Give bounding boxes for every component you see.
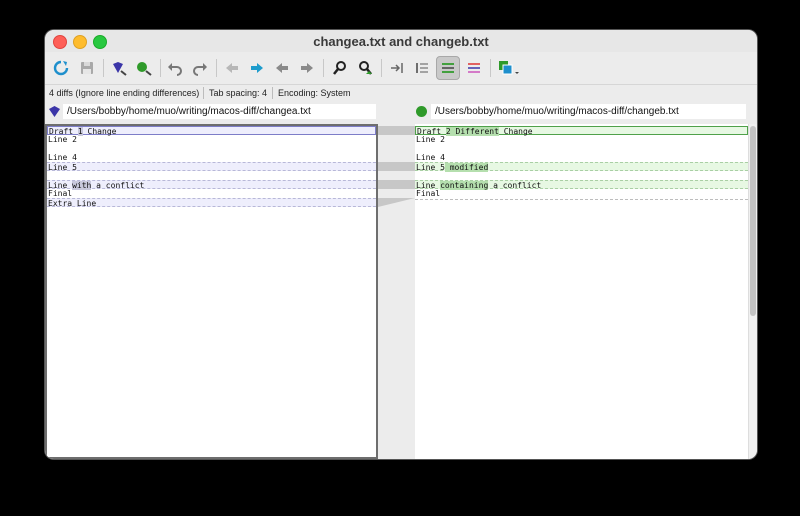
right-line-8: Final [416,189,441,198]
redo-icon [193,63,207,76]
save-icon [81,62,93,74]
left-file-button[interactable] [107,56,131,80]
left-line-9: Extra Line [47,198,376,208]
scrollbar-thumb[interactable] [750,126,756,316]
toolbar-separator [490,59,491,77]
undo-icon [168,63,182,76]
search-next-icon [359,61,372,75]
options-dropdown-icon [499,61,519,75]
left-file-icon [113,62,127,76]
previous-difference-icon [226,63,238,73]
toolbar-separator [216,59,217,77]
right-line-1: Draft 2 Different Change [415,126,748,136]
diff-connector [378,124,415,459]
redo-button[interactable] [188,56,212,80]
tab-spacing-status: Tab spacing: 4 [209,88,268,98]
left-line-1: Draft 1 Change [47,126,376,136]
toolbar [45,52,757,84]
encoding-status: Encoding: System [278,88,351,98]
diff-pane-button[interactable] [462,56,486,80]
line-numbers-icon [416,63,428,73]
next-conflict-icon [301,63,313,73]
diff-count-status: 4 diffs (Ignore line ending differences) [49,88,200,98]
right-file-icon [416,106,427,117]
status-bar: 4 diffs (Ignore line ending differences)… [45,84,757,103]
previous-conflict-icon [276,63,288,73]
left-text-pane[interactable]: Draft 1 Change Line 2 Line 4 Line 5 Line… [45,124,378,459]
search-next-button[interactable] [353,56,377,80]
left-file-path[interactable]: /Users/bobby/home/muo/writing/macos-diff… [63,104,376,119]
missing-line-marker [415,199,748,200]
toolbar-separator [160,59,161,77]
options-dropdown-button[interactable] [494,56,524,80]
diff-pane-icon [468,63,480,73]
left-line-4: Line 4 [48,153,77,162]
line-numbers-button[interactable] [410,56,434,80]
toolbar-separator [381,59,382,77]
diff-window: changea.txt and changeb.txt 4 diffs (Ign… [45,30,757,459]
right-line-5: Line 5 modified [415,162,748,172]
changed-text: modified [444,163,489,172]
vertical-scrollbar[interactable] [748,124,757,459]
save-button[interactable] [75,56,99,80]
right-file-path[interactable]: /Users/bobby/home/muo/writing/macos-diff… [431,104,746,119]
window-title: changea.txt and changeb.txt [313,34,489,49]
right-file-button[interactable] [132,56,156,80]
previous-difference-button[interactable] [220,56,244,80]
toolbar-separator [323,59,324,77]
next-difference-icon [251,63,263,73]
left-line-2: Line 2 [48,135,77,144]
next-difference-button[interactable] [245,56,269,80]
right-line-4: Line 4 [416,153,445,162]
title-bar: changea.txt and changeb.txt [45,30,757,52]
tab-icon [391,63,403,73]
left-line-7: Line with a conflict [47,180,376,190]
line-diff-view-button[interactable] [436,56,460,80]
right-line-2: Line 2 [416,135,445,144]
left-file-icon [49,106,60,117]
undo-button[interactable] [163,56,187,80]
refresh-button[interactable] [49,56,73,80]
tab-button[interactable] [385,56,409,80]
line-text: Line 5 [416,163,445,172]
toolbar-separator [103,59,104,77]
status-separator [203,87,204,99]
previous-conflict-button[interactable] [270,56,294,80]
left-line-5: Line 5 [47,162,376,172]
next-conflict-button[interactable] [295,56,319,80]
right-line-7: Line containing a conflict [415,180,748,190]
right-file-icon [137,62,152,76]
left-line-8: Final [48,189,73,198]
file-path-bar: /Users/bobby/home/muo/writing/macos-diff… [45,102,757,124]
search-icon [333,61,346,75]
refresh-icon [53,60,69,76]
line-diff-view-icon [442,63,454,73]
right-text-pane[interactable]: Draft 2 Different Change Line 2 Line 4 L… [415,124,748,459]
status-separator [272,87,273,99]
search-button[interactable] [328,56,352,80]
